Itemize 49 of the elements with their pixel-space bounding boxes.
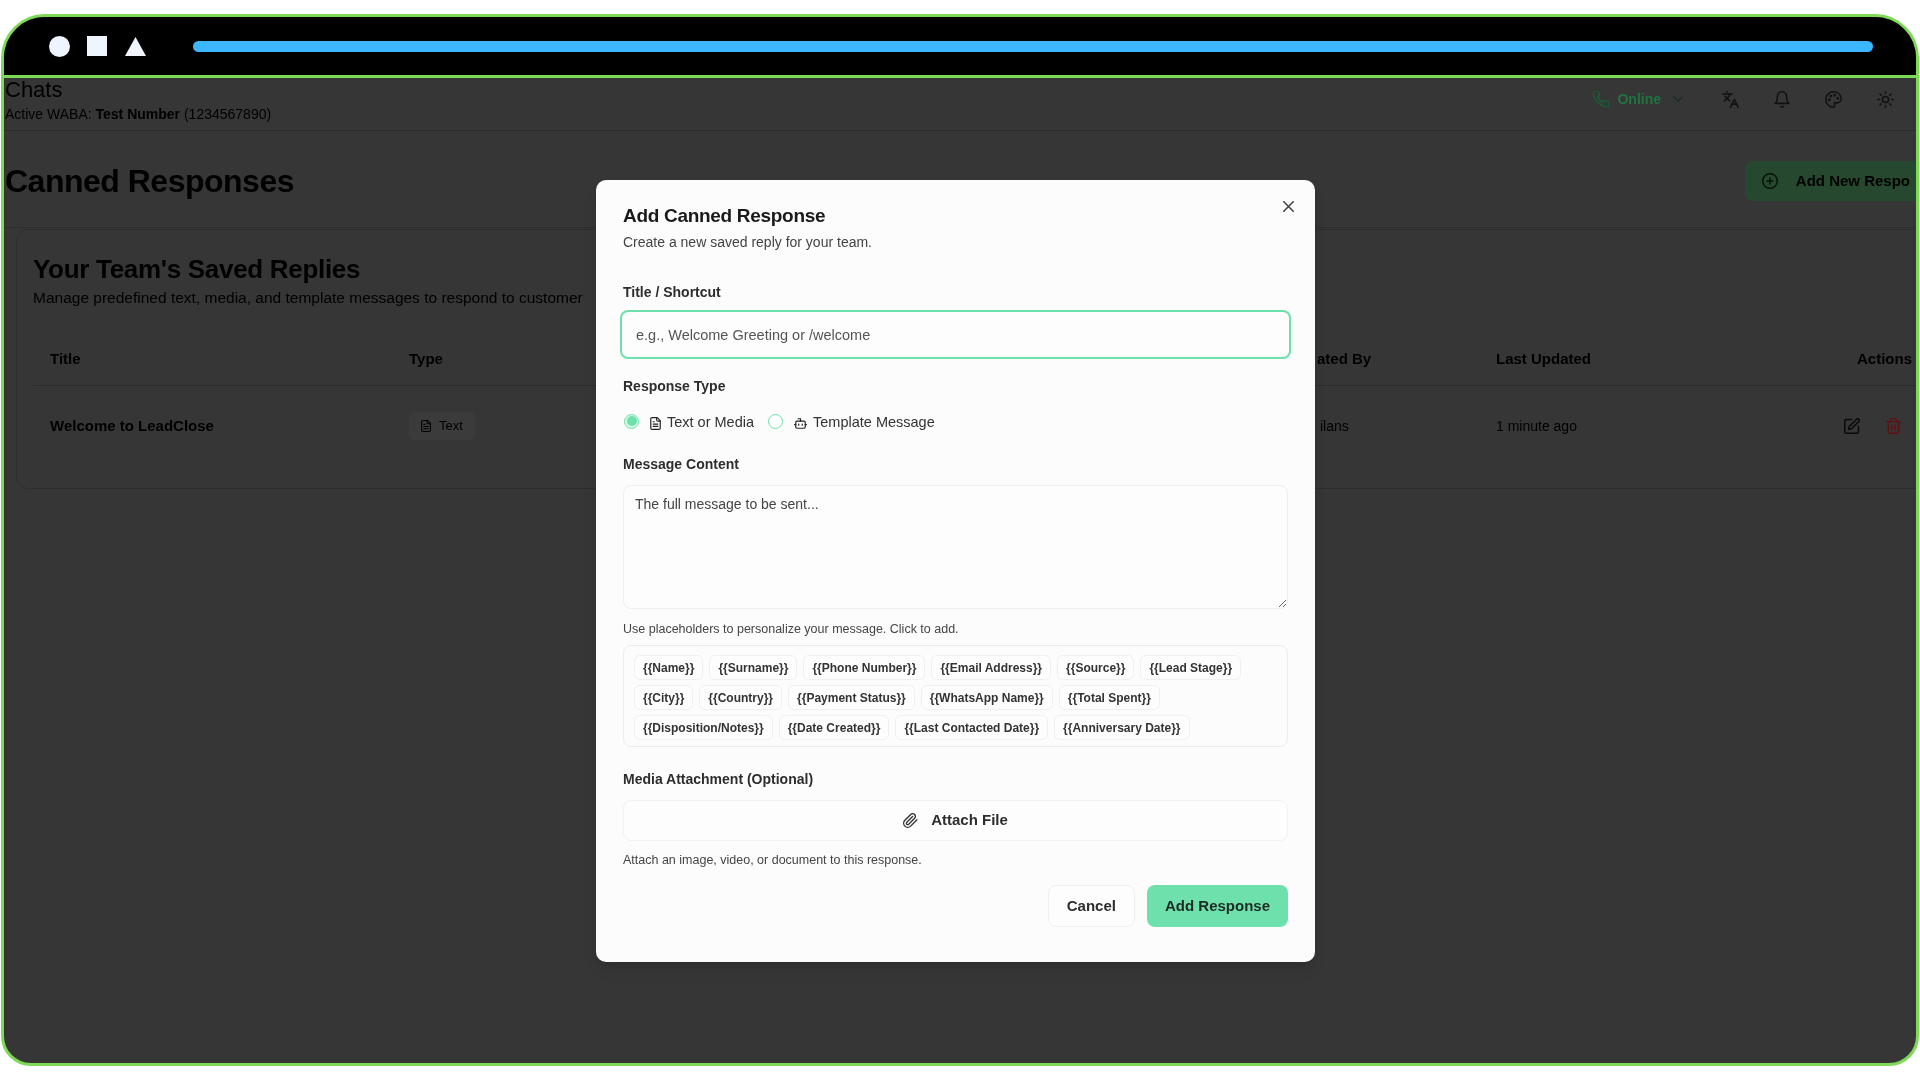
- field-label: Media Attachment (Optional): [623, 770, 814, 789]
- field-label: Title / Shortcut: [623, 283, 721, 302]
- placeholder-chip[interactable]: {{WhatsApp Name}}: [920, 685, 1053, 710]
- placeholder-chip[interactable]: {{Lead Stage}}: [1140, 655, 1242, 680]
- option-label[interactable]: Template Message: [813, 412, 935, 434]
- edit-icon[interactable]: [1844, 418, 1860, 434]
- attach-file-button[interactable]: Attach File: [623, 800, 1288, 841]
- field-label: Response Type: [623, 377, 726, 396]
- placeholder-chip[interactable]: {{Anniversary Date}}: [1054, 715, 1190, 740]
- field-label: Message Content: [623, 455, 739, 474]
- cancel-button[interactable]: Cancel: [1047, 885, 1135, 927]
- dialog-title: Add Canned Response: [623, 204, 826, 228]
- placeholder-chip[interactable]: {{Source}}: [1057, 655, 1135, 680]
- robot-icon: [794, 417, 808, 429]
- placeholder-chip[interactable]: {{Email Address}}: [931, 655, 1052, 680]
- bell-icon[interactable]: [1774, 90, 1790, 108]
- file-icon: [421, 420, 431, 432]
- document-icon: [650, 416, 661, 430]
- placeholder-chip[interactable]: {{Date Created}}: [778, 715, 890, 740]
- placeholder-chip[interactable]: {{Total Spent}}: [1058, 685, 1160, 710]
- sun-icon[interactable]: [1877, 90, 1894, 108]
- helper-text: Attach an image, video, or document to this response.: [623, 852, 922, 869]
- radio-button[interactable]: [768, 413, 784, 429]
- placeholder-chip[interactable]: {{Name}}: [634, 655, 704, 680]
- placeholder-chip[interactable]: {{City}}: [634, 685, 694, 710]
- triangle-icon: [125, 36, 146, 56]
- chevron-down-icon: [1673, 96, 1683, 102]
- trash-icon[interactable]: [1886, 418, 1901, 434]
- placeholder-chip[interactable]: {{Disposition/Notes}}: [634, 715, 773, 740]
- option-label[interactable]: Text or Media: [667, 412, 755, 434]
- message-textarea[interactable]: The full message to be sent...: [623, 485, 1288, 609]
- placeholder-chip[interactable]: {{Phone Number}}: [803, 655, 926, 680]
- add-response-button[interactable]: Add Response: [1147, 885, 1288, 927]
- paperclip-icon: [903, 813, 919, 828]
- radio-button[interactable]: [624, 413, 639, 429]
- type-label: Text: [439, 417, 463, 436]
- phone-icon: [1593, 91, 1610, 107]
- placeholder-chip[interactable]: {{Country}}: [699, 685, 783, 710]
- close-icon[interactable]: [1283, 201, 1294, 212]
- square-icon: [87, 36, 107, 56]
- placeholder-chip[interactable]: {{Surname}}: [709, 655, 798, 680]
- dialog-subtitle: Create a new saved reply for your team.: [623, 233, 872, 252]
- helper-text: Use placeholders to personalize your message. Click to add.: [623, 621, 959, 638]
- placeholder-chip[interactable]: {{Payment Status}}: [788, 685, 915, 710]
- placeholder-chip[interactable]: {{Last Contacted Date}}: [895, 715, 1049, 740]
- title-input[interactable]: e.g., Welcome Greeting or /welcome: [620, 310, 1291, 359]
- palette-icon[interactable]: [1825, 90, 1842, 108]
- translate-icon[interactable]: [1722, 90, 1739, 108]
- plus-circle-icon: [1761, 173, 1778, 189]
